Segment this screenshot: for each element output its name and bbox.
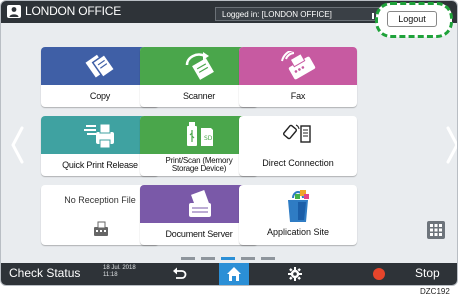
control-panel-screen: LONDON OFFICE Logged in: [LONDON OFFICE]… [0,0,458,286]
next-page-arrow-icon[interactable] [445,125,458,165]
application-site-label: Application Site [266,227,330,237]
page-dot-active [221,257,235,260]
memory-storage-icon: SD [187,122,213,146]
logout-button[interactable]: Logout [387,11,437,27]
document-server-icon [189,190,211,217]
home-button[interactable] [219,263,249,285]
page-dot [241,257,255,260]
date-text: 18 Jul. 2018 [103,265,136,271]
page-dot [261,257,275,260]
page-indicator [181,257,277,261]
direct-connection-app-button[interactable]: Direct Connection [239,116,357,176]
stop-button[interactable]: Stop [415,266,440,280]
stop-icon[interactable] [373,268,385,280]
fax-app-button[interactable]: Fax [239,47,357,107]
check-status-button[interactable]: Check Status [9,266,80,280]
fax-icon [281,51,316,80]
svg-text:SD: SD [204,135,213,142]
bottom-bar: Check Status 18 Jul. 2018 11:18 Stop [1,263,457,285]
previous-page-arrow-icon[interactable] [9,125,25,165]
app-list-button[interactable] [427,221,445,239]
fax-label: Fax [290,91,306,101]
user-icon [7,5,21,18]
date-time: 18 Jul. 2018 11:18 [103,265,136,279]
quick-print-icon [84,123,114,149]
scanner-icon [185,52,214,80]
direct-connection-icon [283,124,311,143]
time-text: 11:18 [103,272,118,278]
page-dot [181,257,195,260]
no-reception-file-icon [94,221,108,236]
home-icon [227,267,241,281]
settings-icon[interactable] [287,266,303,282]
figure-caption: DZC192 [420,287,450,296]
copy-icon [85,53,116,79]
logged-in-status: Logged in: [LONDON OFFICE] [215,7,381,21]
app-list-icon [430,224,442,236]
direct-connection-label: Direct Connection [262,158,334,168]
back-icon[interactable] [171,266,187,282]
page-dot [201,257,215,260]
application-site-icon [288,190,309,222]
office-name: LONDON OFFICE [25,4,122,18]
application-site-app-button[interactable]: Application Site [239,185,357,245]
